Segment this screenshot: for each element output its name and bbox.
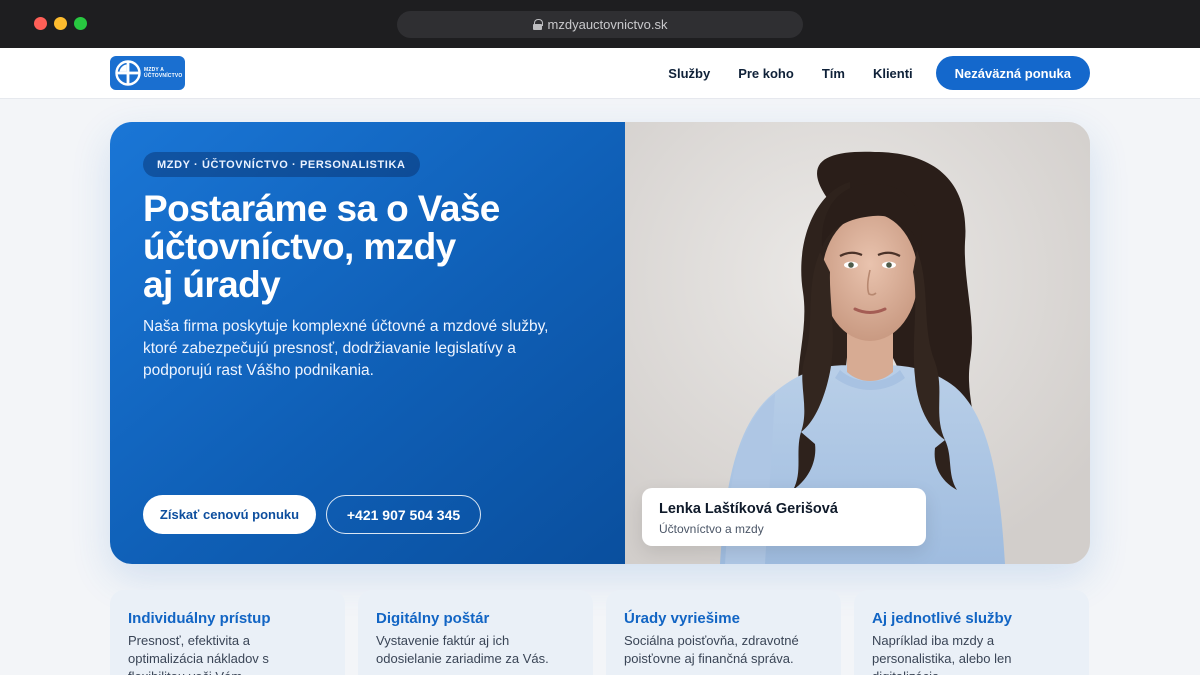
phone-button[interactable]: +421 907 504 345 [326, 495, 481, 534]
feature-card-digitalny-postar: Digitálny poštár Vystavenie faktúr aj ic… [358, 590, 593, 675]
logo-text: MZDY A ÚČTOVNÍCTVO [144, 67, 183, 79]
feature-text: Vystavenie faktúr aj ich odosielanie zar… [376, 633, 549, 666]
nav-link-klienti[interactable]: Klienti [873, 66, 913, 81]
lock-icon [532, 19, 543, 30]
url-text: mzdyauctovnictvo.sk [547, 17, 668, 32]
feature-card-urady-vyriesime: Úrady vyriešime Sociálna poisťovňa, zdra… [606, 590, 841, 675]
person-role: Účtovníctvo a mzdy [659, 522, 764, 536]
hero-content: MZDY · ÚČTOVNÍCTVO · PERSONALISTIKA Post… [110, 122, 625, 564]
hero-title: Postaráme sa o Vaše účtovníctvo, mzdy aj… [143, 190, 583, 304]
maximize-window-button[interactable] [74, 17, 87, 30]
nav-link-pre-koho[interactable]: Pre koho [738, 66, 794, 81]
nezavazna-ponuka-button[interactable]: Nezáväzná ponuka [935, 56, 1090, 90]
feature-text: Presnosť, efektivita a optimalizácia nák… [128, 633, 269, 675]
get-price-offer-button[interactable]: Získať cenovú ponuku [143, 495, 316, 534]
logo-mark-icon [115, 60, 141, 86]
close-window-button[interactable] [34, 17, 47, 30]
person-card: Lenka Laštíková Gerišová Účtovníctvo a m… [642, 488, 926, 546]
nav-link-tim[interactable]: Tím [822, 66, 845, 81]
hero-photo: Lenka Laštíková Gerišová Účtovníctvo a m… [625, 122, 1090, 564]
minimize-window-button[interactable] [54, 17, 67, 30]
nav-link-sluzby[interactable]: Služby [668, 66, 710, 81]
feature-card-aj-jednotlive-sluzby: Aj jednotlivé služby Napríklad iba mzdy … [854, 590, 1089, 675]
feature-text: Sociálna poisťovňa, zdravotné poisťovne … [624, 633, 799, 666]
hero-section: MZDY · ÚČTOVNÍCTVO · PERSONALISTIKA Post… [110, 122, 1090, 564]
feature-title: Úrady vyriešime [624, 610, 740, 627]
feature-title: Aj jednotlivé služby [872, 610, 1013, 627]
main-nav: Služby Pre koho Tím Klienti Nezáväzná po… [668, 56, 1090, 90]
logo-text-line2: ÚČTOVNÍCTVO [144, 73, 183, 79]
feature-card-individualny-pristup: Individuálny prístup Presnosť, efektivit… [110, 590, 345, 675]
hero-title-line1: Postaráme sa o Vaše [143, 188, 500, 229]
features-section: Individuálny prístup Presnosť, efektivit… [110, 590, 1090, 675]
browser-chrome: mzdyauctovnictvo.sk [0, 0, 1200, 48]
address-bar[interactable]: mzdyauctovnictvo.sk [397, 11, 803, 38]
logo[interactable]: MZDY A ÚČTOVNÍCTVO [110, 56, 185, 90]
feature-title: Individuálny prístup [128, 610, 271, 627]
feature-title: Digitálny poštár [376, 610, 490, 627]
person-name: Lenka Laštíková Gerišová [659, 501, 838, 517]
hero-description: Naša firma poskytuje komplexné účtovné a… [143, 318, 549, 379]
hero-title-line2: účtovníctvo, mzdy [143, 226, 456, 267]
site-header: MZDY A ÚČTOVNÍCTVO Služby Pre koho Tím K… [0, 48, 1200, 99]
feature-text: Napríklad iba mzdy a personalistika, ale… [872, 633, 1012, 675]
hero-badge: MZDY · ÚČTOVNÍCTVO · PERSONALISTIKA [143, 152, 420, 177]
hero-title-line3: aj úrady [143, 264, 281, 305]
